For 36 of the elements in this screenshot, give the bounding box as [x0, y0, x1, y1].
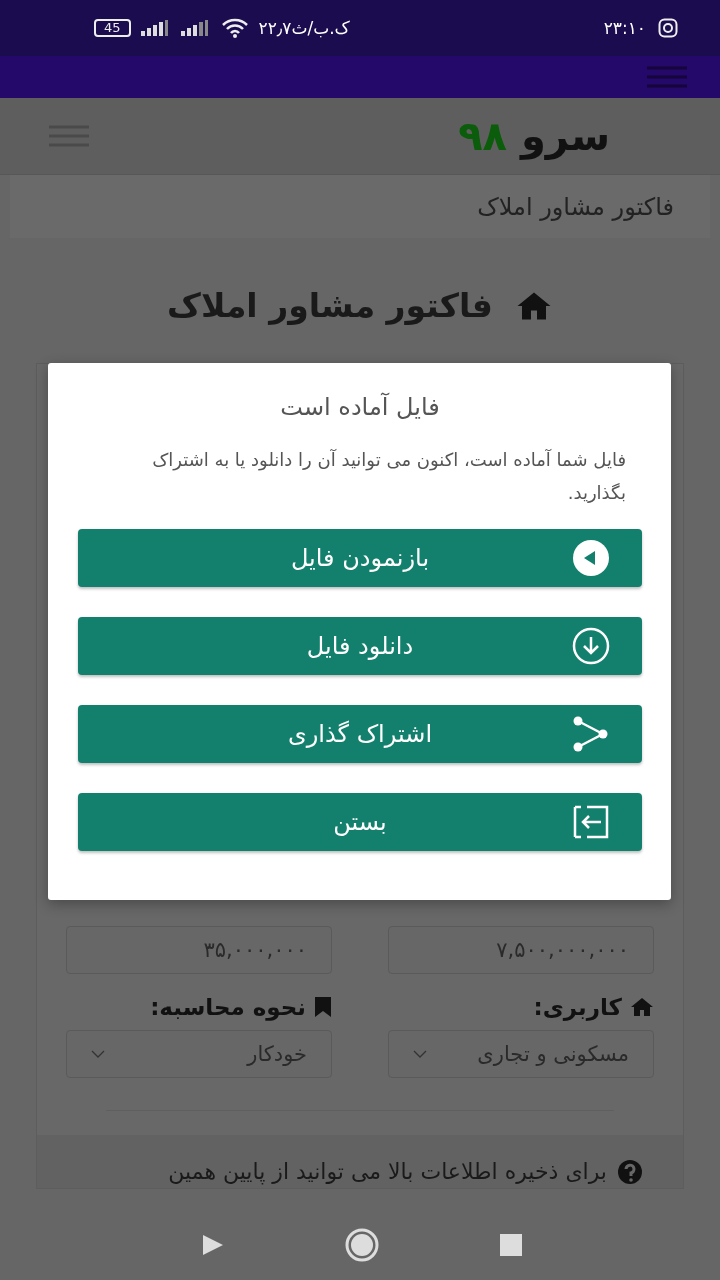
- bookmark-icon: [314, 996, 332, 1018]
- back-icon[interactable]: [202, 1234, 224, 1256]
- download-icon: [572, 627, 610, 665]
- signal-icon: [140, 20, 171, 36]
- breadcrumb-link[interactable]: فاکتور مشاور املاک: [477, 192, 674, 221]
- home-button-icon[interactable]: [345, 1228, 379, 1262]
- dialog-button[interactable]: بازنمودن فایل: [78, 529, 642, 587]
- share-icon: [573, 716, 609, 752]
- home-icon: [630, 997, 654, 1017]
- dropdown-field[interactable]: مسکونی و تجاری: [388, 1030, 654, 1078]
- dialog-button[interactable]: بستن: [78, 793, 642, 851]
- dropdown-field[interactable]: خودکار: [66, 1030, 332, 1078]
- chevron-icon: [91, 1050, 105, 1058]
- amount-field[interactable]: ۳۵,۰۰۰,۰۰۰: [66, 926, 332, 974]
- dialog-button[interactable]: دانلود فایل: [78, 617, 642, 675]
- play-circle-icon: [572, 539, 610, 577]
- camera-icon: [658, 18, 678, 38]
- field-label: کاربری:: [533, 994, 622, 1020]
- exit-icon: [573, 805, 609, 839]
- site-logo[interactable]: سرو ۹۸: [458, 113, 610, 159]
- chevron-icon: [413, 1050, 427, 1058]
- recents-icon[interactable]: [500, 1234, 522, 1256]
- page-title: فاکتور مشاور املاک: [167, 286, 493, 325]
- signal-icon: [180, 20, 211, 36]
- dialog-button[interactable]: اشتراک گذاری: [78, 705, 642, 763]
- wifi-icon: [220, 18, 249, 38]
- dialog-title: فایل آماده است: [279, 393, 441, 421]
- field-label: نحوه محاسبه:: [150, 994, 306, 1020]
- clock: ۲۳:۱۰: [603, 18, 646, 38]
- help-icon: [617, 1159, 643, 1185]
- network-speed: ۲۲٫۷ک.ب/ث: [258, 18, 350, 38]
- menu-icon[interactable]: [646, 65, 688, 89]
- dialog-message: فایل شما آماده است، اکنون می توانید آن را دانلود یا به اشتراک بگذارید.: [151, 448, 627, 505]
- battery-indicator: 45: [94, 19, 131, 37]
- hint-text: برای ذخیره اطلاعات بالا می توانید از پایین همین: [168, 1158, 607, 1187]
- amount-field[interactable]: ۷,۵۰۰,۰۰۰,۰۰۰: [388, 926, 654, 974]
